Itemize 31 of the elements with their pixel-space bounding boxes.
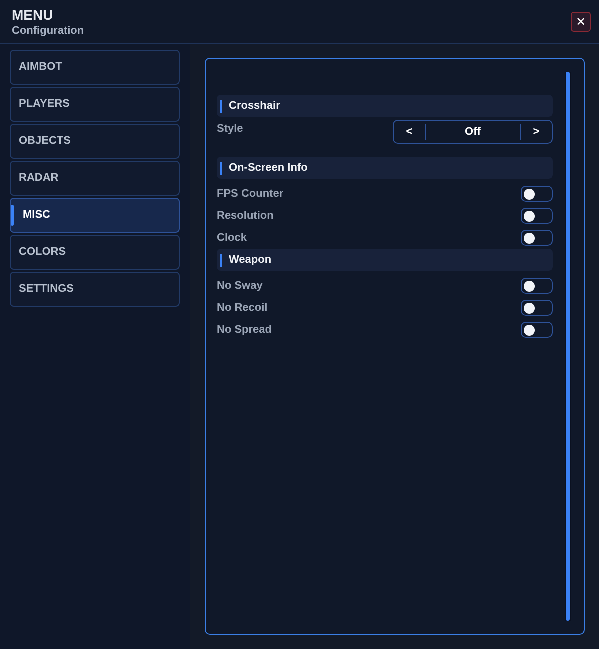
selector-value: Off xyxy=(464,124,482,140)
sidebar-tab[interactable]: COLORS xyxy=(10,235,180,270)
sidebar-tab[interactable]: PLAYERS xyxy=(10,87,180,122)
setting-label: Resolution xyxy=(217,208,274,224)
toggle-switch[interactable] xyxy=(521,186,553,202)
close-button[interactable]: ✕ xyxy=(571,12,591,32)
sidebar-tab[interactable]: AIMBOT xyxy=(10,50,180,85)
sidebar-tab[interactable]: SETTINGS xyxy=(10,272,180,307)
sidebar-tab[interactable]: RADAR xyxy=(10,161,180,196)
toggle-switch[interactable] xyxy=(521,278,553,294)
toggle-switch[interactable] xyxy=(521,322,553,338)
option-selector[interactable]: < Off > xyxy=(393,120,553,144)
scrollbar[interactable] xyxy=(565,72,571,621)
section-title: Weapon xyxy=(229,252,272,268)
section-title: Crosshair xyxy=(229,98,280,114)
toggle-switch[interactable] xyxy=(521,208,553,224)
sidebar-tab[interactable]: MISC xyxy=(10,198,180,233)
toggle-switch[interactable] xyxy=(521,300,553,316)
setting-label: No Sway xyxy=(217,278,263,294)
sidebar-tab[interactable]: OBJECTS xyxy=(10,124,180,159)
setting-label: Clock xyxy=(217,230,247,246)
setting-label: No Recoil xyxy=(217,300,268,316)
setting-label: FPS Counter xyxy=(217,186,284,202)
setting-label: No Spread xyxy=(217,322,272,338)
section-title: On-Screen Info xyxy=(229,160,308,176)
window-title: MENU xyxy=(12,7,54,24)
setting-label: Style xyxy=(217,122,244,137)
previous-button[interactable]: < xyxy=(394,124,426,140)
window-subtitle: Configuration xyxy=(12,24,84,38)
next-button[interactable]: > xyxy=(520,124,552,140)
toggle-switch[interactable] xyxy=(521,230,553,246)
